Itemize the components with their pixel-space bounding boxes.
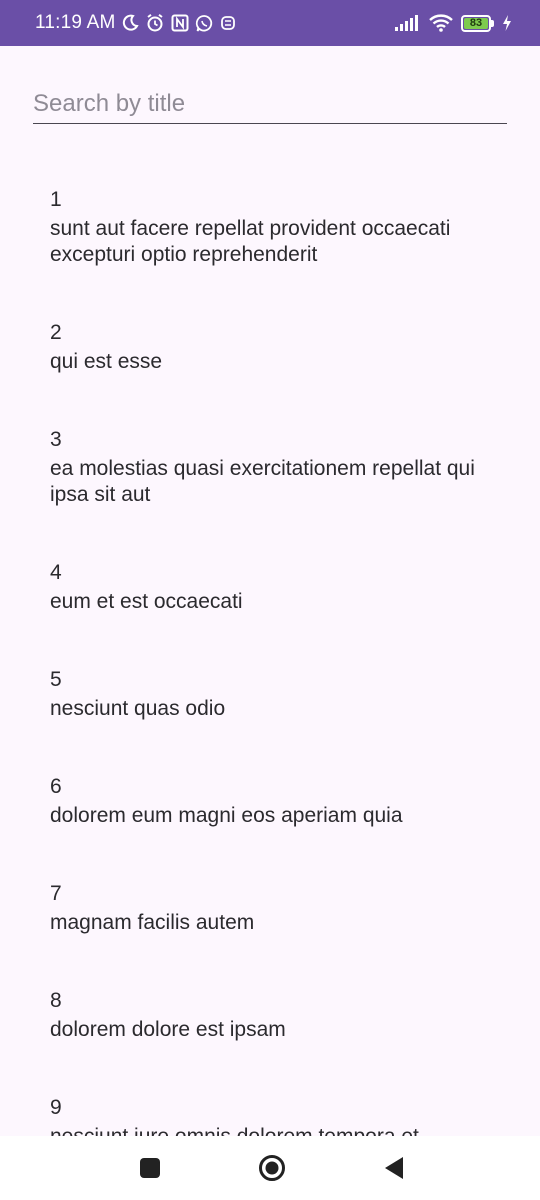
post-title: dolorem eum magni eos aperiam quia	[50, 804, 403, 827]
home-circle-icon	[259, 1155, 285, 1181]
post-id: 3	[50, 428, 62, 451]
post-id: 6	[50, 775, 62, 798]
post-title: nesciunt quas odio	[50, 697, 226, 720]
nfc-icon	[171, 14, 189, 32]
battery-tip	[491, 19, 494, 27]
search-input[interactable]	[33, 84, 507, 123]
post-id: 4	[50, 561, 62, 584]
status-left-group: 11:19 AM	[35, 12, 236, 34]
post-id: 2	[50, 321, 62, 344]
recents-button[interactable]	[132, 1150, 168, 1186]
list-item[interactable]: 5 nesciunt quas odio	[0, 666, 540, 722]
home-button[interactable]	[254, 1150, 290, 1186]
post-title: qui est esse	[50, 350, 163, 373]
charging-icon	[502, 15, 512, 31]
list-item[interactable]: 7 magnam facilis autem	[0, 880, 540, 936]
back-triangle-icon	[385, 1157, 403, 1179]
post-title: eum et est occaecati	[50, 590, 243, 613]
battery-level: 83	[464, 17, 488, 29]
post-id: 5	[50, 668, 62, 691]
search-field	[33, 84, 507, 124]
list-item[interactable]: 3 ea molestias quasi exercitationem repe…	[0, 426, 540, 508]
post-id: 9	[50, 1096, 62, 1119]
status-right-group: 83	[395, 14, 512, 32]
list-item[interactable]: 9 nesciunt iure omnis dolorem tempora et…	[0, 1094, 540, 1136]
post-id: 7	[50, 882, 62, 905]
post-title: sunt aut facere repellat provident occae…	[50, 217, 451, 266]
recents-square-icon	[140, 1158, 160, 1178]
status-time: 11:19 AM	[35, 12, 116, 33]
wifi-icon	[429, 14, 453, 32]
post-title: dolorem dolore est ipsam	[50, 1018, 286, 1041]
battery-icon: 83	[461, 14, 494, 32]
list-item[interactable]: 2 qui est esse	[0, 319, 540, 375]
back-button[interactable]	[376, 1150, 412, 1186]
posts-list[interactable]: 1 sunt aut facere repellat provident occ…	[0, 186, 540, 1136]
sim-icon	[220, 14, 236, 32]
list-item[interactable]: 1 sunt aut facere repellat provident occ…	[0, 186, 540, 268]
whatsapp-icon	[195, 14, 214, 33]
post-title: ea molestias quasi exercitationem repell…	[50, 457, 475, 506]
list-item[interactable]: 6 dolorem eum magni eos aperiam quia	[0, 773, 540, 829]
alarm-icon	[145, 13, 165, 33]
moon-icon	[121, 14, 140, 32]
post-id: 1	[50, 188, 62, 211]
battery-body: 83	[461, 14, 491, 32]
post-title: nesciunt iure omnis dolorem tempora et a…	[50, 1124, 500, 1136]
post-title: magnam facilis autem	[50, 911, 255, 934]
list-item[interactable]: 8 dolorem dolore est ipsam	[0, 987, 540, 1043]
navigation-bar	[0, 1136, 540, 1200]
signal-icon	[395, 15, 421, 31]
post-id: 8	[50, 989, 62, 1012]
list-item[interactable]: 4 eum et est occaecati	[0, 559, 540, 615]
status-bar: 11:19 AM 83	[0, 0, 540, 46]
